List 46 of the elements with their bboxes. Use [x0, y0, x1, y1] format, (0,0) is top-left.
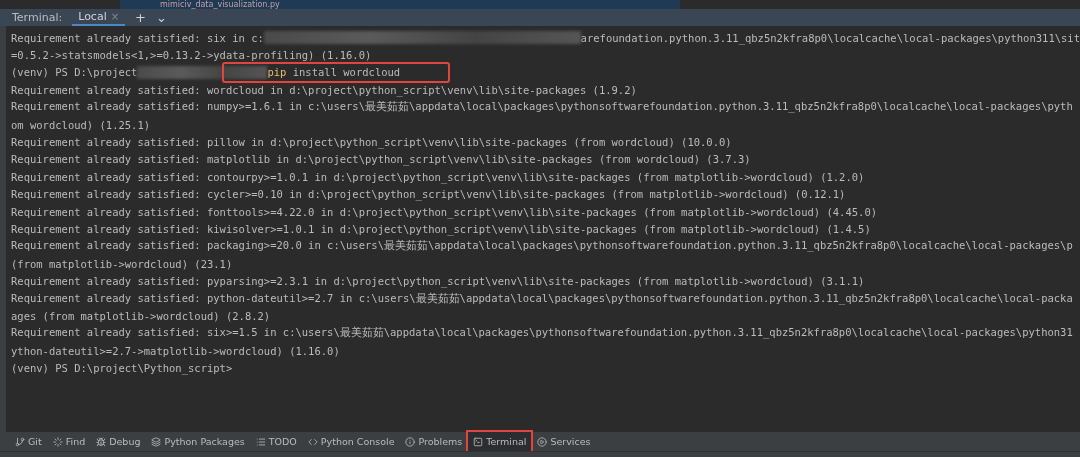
tool-window-button[interactable]: Debug	[91, 432, 146, 451]
tool-window-button[interactable]: TODO	[250, 432, 302, 451]
code-icon	[307, 436, 318, 447]
terminal-line: ython-dateutil>=2.7->matplotlib->wordcloud) (1.16.0)	[11, 344, 340, 357]
terminal-line: om wordcloud) (1.25.1)	[11, 118, 151, 131]
tool-window-button[interactable]: Python Packages	[146, 432, 250, 451]
tool-window-button[interactable]: Terminal	[468, 432, 532, 451]
tab-menu-button[interactable]: ⌄	[156, 9, 167, 26]
terminal-line: Requirement already satisfied: python-dateutil>=2.7 in c:\users\最美茹茹\appdata\local\packages\pythonsoftwarefoundation.python.3.11_qbz5n2kfra8p0\localcache\local-packa	[11, 291, 1073, 306]
terminal-line: (venv) PS D:\project	[11, 66, 138, 79]
terminal-icon	[473, 436, 484, 447]
terminal-line: Requirement already satisfied: numpy>=1.6.1 in c:\users\最美茹茹\appdata\local\packages\pythonsoftwarefoundation.python.3.11_qbz5n2kfra8p0\localcache\local-packages\pyth	[11, 100, 1073, 115]
terminal-line: Requirement already satisfied: wordcloud in d:\project\python_script\venv\lib\site-packages (1.9.2)	[11, 83, 637, 96]
editor-tab[interactable]: mimiciv_data_visualization.py	[120, 0, 680, 9]
tool-window-button[interactable]: Problems	[400, 432, 468, 451]
info-icon	[405, 436, 416, 447]
terminal-line: install wordcloud	[291, 66, 401, 79]
terminal-line: Requirement already satisfied: fonttools>=4.22.0 in d:\project\python_script\venv\lib\site-packages (from matplotlib->wordcloud) (4.45.0)	[11, 205, 878, 218]
panel-title: Terminal:	[12, 11, 63, 24]
terminal-line: Requirement already satisfied: pyparsing>=2.3.1 in d:\project\python_script\venv\lib\site-packages (from matplotlib->wordcloud) (3.1.1)	[11, 275, 865, 288]
terminal-line: ages (from matplotlib->wordcloud) (2.8.2)	[11, 309, 271, 322]
terminal-line: Requirement already satisfied: packaging>=20.0 in c:\users\最美茹茹\appdata\local\packages\pythonsoftwarefoundation.python.3.11_qbz5n2kfra8p0\localcache\local-packages\p	[11, 239, 1073, 254]
terminal-line: =0.5.2->statsmodels<1,>=0.13.2->ydata-profiling) (1.16.0)	[11, 49, 372, 62]
play-icon	[537, 436, 548, 447]
tool-window-button[interactable]: Services	[532, 432, 596, 451]
terminal-line: Requirement already satisfied: kiwisolver>=1.0.1 in d:\project\python_script\venv\lib\site-packages (from matplotlib->wordcloud) (1.4.5)	[11, 223, 871, 235]
terminal-line: (from matplotlib->wordcloud) (23.1)	[11, 257, 233, 270]
terminal-line: Requirement already satisfied: six in c:	[11, 31, 264, 44]
terminal-line: arefoundation.python.3.11_qbz5n2kfra8p0\localcache\local-packages\python311\sit	[580, 31, 1080, 44]
bug-icon	[96, 436, 107, 447]
terminal-line: (venv) PS D:\project\Python_script>	[11, 362, 233, 375]
terminal-tab[interactable]: Local ×	[72, 9, 126, 26]
terminal-line: Requirement already satisfied: cycler>=0.10 in d:\project\python_script\venv\lib\site-packages (from matplotlib->wordcloud) (0.12.1)	[11, 188, 846, 201]
terminal-line: Requirement already satisfied: pillow in d:\project\python_script\venv\lib\site-packages (from wordcloud) (10.0.0)	[11, 136, 732, 149]
terminal-command: pip	[267, 66, 287, 79]
spinner-icon	[52, 436, 63, 447]
tool-window-button[interactable]: Find	[47, 432, 91, 451]
tool-window-button[interactable]: Git	[10, 432, 47, 451]
branch-icon	[15, 436, 25, 447]
terminal-line: Requirement already satisfied: matplotlib in d:\project\python_script\venv\lib\site-packages (from wordcloud) (3.7.3)	[11, 153, 751, 166]
terminal-line: Requirement already satisfied: six>=1.5 in c:\users\最美茹茹\appdata\local\packages\pythonsoftwarefoundation.python.3.11_qbz5n2kfra8p0\localcache\local-packages\python31	[11, 326, 1073, 341]
tool-window-button[interactable]: Python Console	[302, 432, 400, 451]
list-icon	[255, 436, 266, 447]
terminal-line: Requirement already satisfied: contourpy>=1.0.1 in d:\project\python_script\venv\lib\site-packages (from matplotlib->wordcloud) (1.2.0)	[11, 170, 865, 183]
add-tab-button[interactable]: +	[135, 9, 146, 26]
layers-icon	[151, 436, 162, 447]
